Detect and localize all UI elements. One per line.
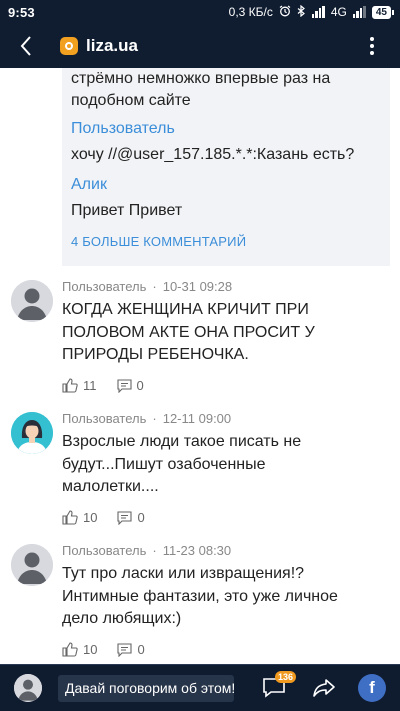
comment-text: Тут про ласки или извращения!? Интимные …: [62, 565, 338, 627]
default-avatar-icon: [11, 544, 53, 586]
reply-count: 0: [137, 510, 145, 525]
default-avatar-icon: [14, 674, 42, 702]
comment-actions: 11 0: [62, 378, 164, 393]
alarm-icon: [279, 5, 291, 20]
share-button[interactable]: [312, 677, 336, 699]
reply-text: хочу //@user_157.185.*.*:Казань есть?: [71, 146, 355, 163]
signal-icon-2: [352, 6, 366, 18]
status-time: 9:53: [8, 4, 35, 20]
reply-button[interactable]: 0: [116, 378, 144, 393]
site-title: liza.ua: [86, 36, 138, 55]
reply-count: 0: [136, 378, 144, 393]
comment-meta: Пользователь · 11-23 08:30: [62, 543, 232, 558]
comment-icon: [117, 510, 133, 525]
thumbs-up-icon: [62, 378, 78, 393]
comment-author[interactable]: Пользователь: [62, 411, 146, 426]
reply-button[interactable]: 0: [117, 642, 145, 657]
back-button[interactable]: [0, 24, 52, 68]
battery-level: 45: [371, 5, 391, 19]
female-avatar-icon: [11, 412, 53, 454]
reply-button[interactable]: 0: [117, 510, 145, 525]
comment-item: Пользователь · 12-11 09:00 Взрослые люди т…: [0, 406, 400, 536]
comment-text: Взрослые люди такое писать не будут...Пи…: [62, 433, 302, 495]
bottom-bar: Давай поговорим об этом! 136 f: [0, 664, 400, 711]
comment-item: Пользователь · 11-23 08:30 Тут про ласки и…: [0, 538, 400, 664]
app-bar: liza.ua: [0, 24, 400, 68]
comment-date: 10-31 09:28: [162, 279, 233, 294]
like-count: 10: [83, 642, 98, 657]
comment-meta: Пользователь · 12-11 09:00: [62, 411, 232, 426]
comment-item: Пользователь · 10-31 09:28 КОГДА ЖЕНЩИНА К…: [0, 274, 400, 404]
comment-meta: Пользователь · 10-31 09:28: [62, 279, 233, 294]
avatar[interactable]: [11, 544, 53, 586]
comment-icon: [117, 642, 133, 657]
more-vertical-icon: [370, 37, 374, 55]
replies-block: стрёмно немножко впервые раз на подобном…: [62, 68, 390, 266]
like-button[interactable]: 10: [62, 642, 97, 657]
comment-author[interactable]: Пользователь: [62, 279, 146, 294]
more-replies-link[interactable]: 4 БОЛЬШЕ КОММЕНТАРИЙ: [71, 234, 246, 249]
more-menu-button[interactable]: [354, 24, 390, 68]
comment-date: 11-23 08:30: [162, 543, 232, 558]
avatar[interactable]: [11, 280, 53, 322]
comment-actions: 10 0: [62, 510, 165, 525]
site-logo-icon: [60, 37, 78, 55]
comment-actions: 10 0: [62, 642, 165, 657]
default-avatar-icon: [11, 280, 53, 322]
like-count: 11: [83, 378, 97, 393]
thumbs-up-icon: [62, 642, 78, 657]
comment-date: 12-11 09:00: [162, 411, 232, 426]
comment-author[interactable]: Пользователь: [62, 543, 146, 558]
reply-count: 0: [137, 642, 145, 657]
reply-text: стрёмно немножко впервые раз на подобном…: [71, 70, 331, 109]
reply-author[interactable]: Алик: [71, 176, 107, 194]
comment-text: КОГДА ЖЕНЩИНА КРИЧИТ ПРИ ПОЛОВОМ АКТЕ ОН…: [62, 301, 315, 363]
battery-icon: 45: [371, 5, 394, 19]
reply-text: Привет Привет: [71, 202, 183, 219]
comment-icon: [116, 378, 132, 393]
comment-count-badge: 136: [275, 671, 297, 683]
bluetooth-icon: [297, 4, 306, 20]
comment-input[interactable]: Давай поговорим об этом!: [58, 675, 234, 702]
signal-icon: [311, 6, 325, 18]
header: 9:53 0,3 КБ/с 4G 45 liza.ua: [0, 0, 400, 68]
like-button[interactable]: 11: [62, 378, 97, 393]
network-speed: 0,3 КБ/с: [228, 5, 273, 19]
share-icon: [313, 679, 335, 697]
avatar[interactable]: [11, 412, 53, 454]
status-icons: 0,3 КБ/с 4G 45: [228, 4, 394, 20]
network-type: 4G: [330, 5, 347, 19]
back-arrow-icon: [20, 36, 31, 56]
like-button[interactable]: 10: [62, 510, 97, 525]
reply-author[interactable]: Пользователь: [71, 120, 175, 138]
comments-feed[interactable]: стрёмно немножко впервые раз на подобном…: [0, 68, 400, 664]
thumbs-up-icon: [62, 510, 78, 525]
status-bar: 9:53 0,3 КБ/с 4G 45: [0, 0, 400, 24]
like-count: 10: [83, 510, 98, 525]
facebook-icon: f: [369, 678, 375, 697]
facebook-share-button[interactable]: f: [358, 674, 386, 702]
user-avatar[interactable]: [14, 674, 42, 702]
